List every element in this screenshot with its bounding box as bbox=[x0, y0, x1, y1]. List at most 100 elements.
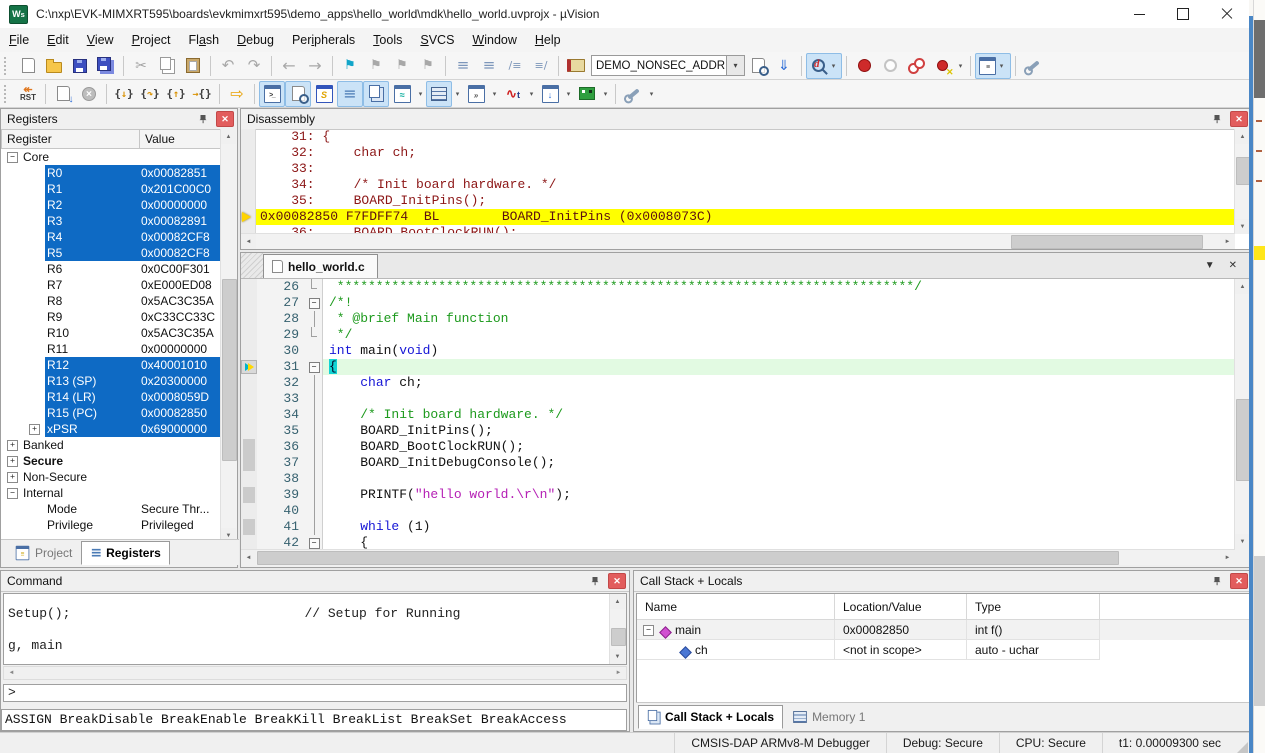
maximize-button[interactable] bbox=[1161, 0, 1205, 28]
callstack-row-ch[interactable]: ch<not in scope>auto - uchar bbox=[637, 640, 1250, 660]
menu-item-svcs[interactable]: SVCS bbox=[411, 30, 463, 50]
target-select[interactable]: DEMO_NONSEC_ADDRES bbox=[591, 55, 727, 76]
scroll-right-icon[interactable]: ► bbox=[611, 666, 626, 681]
breakpoint-margin[interactable] bbox=[241, 375, 257, 391]
scroll-left-icon[interactable]: ◄ bbox=[241, 234, 256, 249]
menu-item-project[interactable]: Project bbox=[123, 30, 180, 50]
breakpoint-margin[interactable] bbox=[241, 327, 257, 343]
scroll-left-icon[interactable]: ◄ bbox=[241, 550, 256, 565]
clear-all-bookmarks-button[interactable]: ⚑ bbox=[415, 53, 441, 79]
register-row-r6[interactable]: R60x0C00F301 bbox=[1, 261, 222, 277]
command-input[interactable]: > bbox=[3, 684, 627, 702]
disassembly-line[interactable]: 35: BOARD_InitPins(); bbox=[256, 193, 1251, 209]
symbols-window-button[interactable]: S bbox=[311, 81, 337, 107]
scrollbar-thumb[interactable] bbox=[257, 551, 1119, 565]
run-button[interactable]: ↓ bbox=[50, 81, 76, 107]
tree-expander-icon[interactable]: + bbox=[7, 440, 18, 451]
register-row-r11[interactable]: R110x00000000 bbox=[1, 341, 222, 357]
undo-button[interactable]: ↶ bbox=[215, 53, 241, 79]
serial-window-button[interactable]: » bbox=[463, 81, 489, 107]
breakpoint-margin[interactable] bbox=[241, 359, 257, 375]
copy-button[interactable] bbox=[154, 53, 180, 79]
toolbar-drag-handle[interactable] bbox=[4, 57, 10, 75]
code-line-34[interactable]: 34 /* Init board hardware. */ bbox=[241, 407, 1251, 423]
indent-button[interactable]: ≡ bbox=[450, 53, 476, 79]
disassembly-line[interactable]: 32: char ch; bbox=[256, 145, 1251, 161]
show-window-details-dropdown-icon[interactable]: ▾ bbox=[996, 55, 1007, 77]
find-button[interactable]: d▾ bbox=[806, 53, 842, 79]
scroll-right-icon[interactable]: ► bbox=[1220, 234, 1235, 249]
tab-registers[interactable]: ≡Registers bbox=[81, 541, 169, 565]
menu-item-file[interactable]: File bbox=[0, 30, 38, 50]
editor-hscrollbar[interactable]: ◄ ► bbox=[241, 549, 1235, 565]
code-line-32[interactable]: 32 char ch; bbox=[241, 375, 1251, 391]
breakpoint-margin[interactable] bbox=[241, 503, 257, 519]
register-row-r3[interactable]: R30x00082891 bbox=[1, 213, 222, 229]
resize-grip[interactable] bbox=[1237, 742, 1248, 753]
pin-icon[interactable] bbox=[588, 574, 602, 588]
tab-list-dropdown-icon[interactable]: ▼ bbox=[1205, 260, 1215, 271]
tab-memory-1[interactable]: Memory 1 bbox=[783, 705, 874, 729]
fold-margin[interactable]: − bbox=[306, 535, 323, 549]
menu-item-tools[interactable]: Tools bbox=[364, 30, 411, 50]
register-row-r5[interactable]: R50x00082CF8 bbox=[1, 245, 222, 261]
code-line-35[interactable]: 35 BOARD_InitPins(); bbox=[241, 423, 1251, 439]
toggle-bookmark-button[interactable]: ⚑ bbox=[337, 53, 363, 79]
run-to-cursor-line-button[interactable]: →{} bbox=[189, 81, 215, 107]
register-row-non-secure[interactable]: +Non-Secure bbox=[1, 469, 222, 485]
code-line-36[interactable]: 36 BOARD_BootClockRUN(); bbox=[241, 439, 1251, 455]
navigate-forward-button[interactable]: → bbox=[302, 53, 328, 79]
close-icon[interactable]: ✕ bbox=[1230, 573, 1248, 589]
reset-cpu-button[interactable]: ↞RST bbox=[15, 81, 41, 107]
watch-window-button[interactable]: ≈ bbox=[389, 81, 415, 107]
show-next-statement-button[interactable]: ⇨ bbox=[224, 81, 250, 107]
register-row-r9[interactable]: R90xC33CC33C bbox=[1, 309, 222, 325]
configure-button[interactable] bbox=[1020, 53, 1046, 79]
column-location-value[interactable]: Location/Value bbox=[835, 594, 967, 619]
memory-window-dropdown-icon[interactable]: ▾ bbox=[452, 83, 463, 105]
scroll-down-icon[interactable]: ▼ bbox=[1235, 219, 1250, 234]
debug-settings-button[interactable] bbox=[620, 81, 646, 107]
register-row-r12[interactable]: R120x40001010 bbox=[1, 357, 222, 373]
close-icon[interactable]: ✕ bbox=[608, 573, 626, 589]
disassembly-code[interactable]: 31: { 32: char ch; 33: 34: /* Init board… bbox=[256, 129, 1251, 234]
new-file-button[interactable] bbox=[15, 53, 41, 79]
disassembly-hscrollbar[interactable]: ◄ ► bbox=[241, 233, 1235, 249]
menu-item-peripherals[interactable]: Peripherals bbox=[283, 30, 364, 50]
comment-selection-button[interactable]: /≡ bbox=[502, 53, 528, 79]
incremental-find-button[interactable]: ⇓ bbox=[771, 53, 797, 79]
breakpoint-margin[interactable] bbox=[241, 471, 257, 487]
find-in-files-button[interactable] bbox=[745, 53, 771, 79]
code-line-41[interactable]: 41 while (1) bbox=[241, 519, 1251, 535]
disassembly-line[interactable]: 31: { bbox=[256, 129, 1251, 145]
kill-all-breakpoints-dropdown-icon[interactable]: ▾ bbox=[955, 55, 966, 77]
disassembly-margin[interactable] bbox=[241, 129, 256, 234]
code-line-28[interactable]: 28 * @brief Main function bbox=[241, 311, 1251, 327]
register-row-r10[interactable]: R100x5AC3C35A bbox=[1, 325, 222, 341]
next-bookmark-button[interactable]: ⚑ bbox=[389, 53, 415, 79]
register-row-privilege[interactable]: PrivilegePrivileged bbox=[1, 517, 222, 533]
serial-window-dropdown-icon[interactable]: ▾ bbox=[489, 83, 500, 105]
unindent-button[interactable]: ≡ bbox=[476, 53, 502, 79]
cut-button[interactable]: ✂ bbox=[128, 53, 154, 79]
tab-call-stack-locals[interactable]: Call Stack + Locals bbox=[638, 705, 783, 729]
scroll-up-icon[interactable]: ▲ bbox=[1235, 279, 1250, 294]
disable-all-breakpoints-button[interactable] bbox=[903, 53, 929, 79]
menu-item-help[interactable]: Help bbox=[526, 30, 570, 50]
scrollbar-thumb[interactable] bbox=[611, 628, 626, 646]
find-dropdown-icon[interactable]: ▾ bbox=[828, 55, 839, 77]
target-options-button[interactable] bbox=[563, 53, 589, 79]
breakpoint-margin[interactable] bbox=[241, 439, 257, 455]
code-line-27[interactable]: 27−/*! bbox=[241, 295, 1251, 311]
register-row-core[interactable]: −Core bbox=[1, 149, 222, 165]
column-name[interactable]: Name bbox=[637, 594, 835, 619]
toolbox-button[interactable] bbox=[574, 81, 600, 107]
scroll-up-icon[interactable]: ▲ bbox=[1235, 129, 1250, 144]
pin-icon[interactable] bbox=[196, 112, 210, 126]
call-stack-window-button[interactable] bbox=[363, 81, 389, 107]
breakpoint-margin[interactable] bbox=[241, 519, 257, 535]
registers-window-button[interactable]: ≡ bbox=[337, 81, 363, 107]
memory-window-button[interactable] bbox=[426, 81, 452, 107]
breakpoint-margin[interactable] bbox=[241, 295, 257, 311]
tree-expander-icon[interactable]: + bbox=[29, 424, 40, 435]
